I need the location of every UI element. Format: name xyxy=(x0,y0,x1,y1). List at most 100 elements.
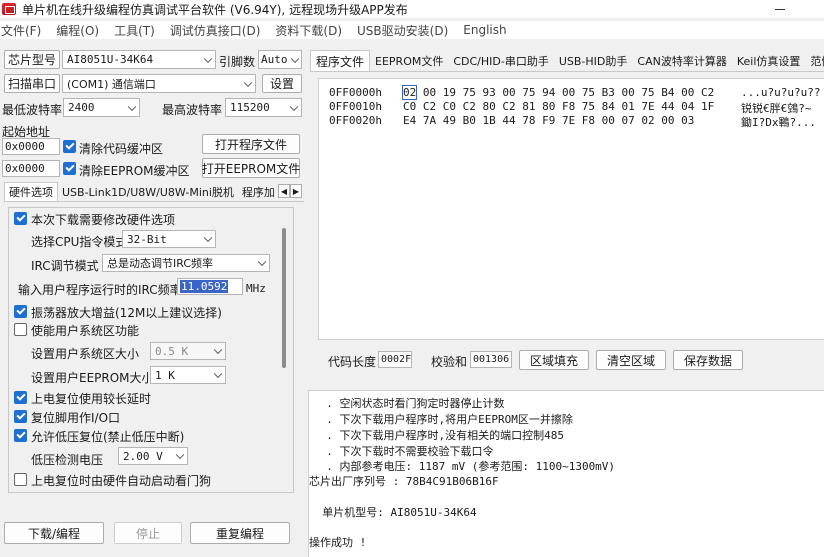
modify-hardware-checkbox[interactable] xyxy=(14,212,27,225)
reset-pin-io-label: 复位脚用作I/O口 xyxy=(31,411,121,425)
chevron-down-icon xyxy=(203,233,213,243)
chevron-down-icon xyxy=(203,54,213,63)
chevron-down-icon xyxy=(257,257,267,267)
tab-program-encrypt[interactable]: 程序加 xyxy=(238,182,279,201)
tab-keil-settings[interactable]: Keil仿真设置 xyxy=(732,50,806,71)
clear-area-button[interactable]: 清空区域 xyxy=(596,350,666,370)
checksum-label: 校验和 xyxy=(431,355,468,369)
code-start-address-input[interactable]: 0x0000 xyxy=(2,138,60,155)
clear-code-buffer-checkbox[interactable] xyxy=(63,140,76,153)
menu-program[interactable]: 编程(O) xyxy=(56,22,99,39)
menu-tools[interactable]: 工具(T) xyxy=(114,22,155,39)
menu-english[interactable]: English xyxy=(463,23,506,37)
clear-code-buffer-label: 清除代码缓冲区 xyxy=(79,142,164,156)
chevron-down-icon xyxy=(289,102,299,111)
code-length-value: 0002F xyxy=(378,351,412,368)
menu-file[interactable]: 文件(F) xyxy=(1,22,41,39)
min-baud-select[interactable]: 2400 xyxy=(63,98,140,117)
max-baud-value: 115200 xyxy=(230,101,270,114)
menu-debug[interactable]: 调试仿真接口(D) xyxy=(170,22,261,39)
port-settings-button[interactable]: 设置 xyxy=(262,74,302,93)
log-line: . 内部参考电压: 1187 mV (参考范围: 1100~1300mV) xyxy=(313,460,616,473)
eeprom-size-select[interactable]: 1 K xyxy=(150,366,226,384)
hex-row: 0FF0020h E4 7A 49 B0 1B 44 78 F9 7E F8 0… xyxy=(329,114,816,129)
pins-label: 引脚数 xyxy=(219,55,256,69)
cpu-mode-label: 选择CPU指令模式 xyxy=(31,235,128,249)
tab-can-baud-calculator[interactable]: CAN波特率计算器 xyxy=(632,50,731,71)
watchdog-auto-start-checkbox[interactable] xyxy=(14,473,27,486)
tab-usb-hid-assistant[interactable]: USB-HID助手 xyxy=(554,50,633,71)
user-system-area-checkbox[interactable] xyxy=(14,323,27,336)
port-select[interactable]: (COM1) 通信端口 xyxy=(62,74,256,93)
oscillator-gain-checkbox[interactable] xyxy=(14,305,27,318)
hex-row: 0FF0000h 02 00 19 75 93 00 75 94 00 75 B… xyxy=(329,85,820,100)
max-baud-select[interactable]: 115200 xyxy=(225,98,302,117)
hex-ascii: 锐锐€胖€鵼?~ xyxy=(741,102,812,115)
long-reset-delay-checkbox[interactable] xyxy=(14,391,27,404)
low-voltage-detect-select[interactable]: 2.00 V xyxy=(118,447,188,465)
hex-address: 0FF0000h xyxy=(329,86,382,99)
tab-usb-link[interactable]: USB-Link1D/U8W/U8W-Mini脱机 xyxy=(58,182,238,201)
low-voltage-reset-label: 允许低压复位(禁止低压中断) xyxy=(31,430,185,444)
tab-eeprom-file[interactable]: EEPROM文件 xyxy=(370,50,448,71)
output-log: . 空闲状态时看门狗定时器停止计数 . 下次下载用户程序时,将用户EEPROM区… xyxy=(308,390,824,557)
hex-bytes: 02 00 19 75 93 00 75 94 00 75 B3 00 75 B… xyxy=(401,85,741,100)
menu-usb-driver[interactable]: USB驱动安装(D) xyxy=(357,22,448,39)
chip-model-button[interactable]: 芯片型号 xyxy=(4,50,60,69)
low-voltage-detect-label: 低压检测电压 xyxy=(31,453,104,467)
irc-mode-select[interactable]: 总是动态调节IRC频率 xyxy=(102,254,270,272)
clear-eeprom-buffer-checkbox[interactable] xyxy=(63,162,76,175)
cpu-mode-select[interactable]: 32-Bit xyxy=(122,230,216,248)
chip-model-select[interactable]: AI8051U-34K64 xyxy=(62,50,216,69)
irc-frequency-value: 11.0592 xyxy=(180,280,229,293)
app-logo-icon xyxy=(2,3,16,15)
hex-bytes-rest: 00 19 75 93 00 75 94 00 75 B3 00 75 B4 0… xyxy=(416,86,715,99)
tab-hardware-options[interactable]: 硬件选项 xyxy=(4,182,58,201)
save-data-button[interactable]: 保存数据 xyxy=(673,350,743,370)
chevron-down-icon xyxy=(213,345,223,355)
hex-row: 0FF0010h C0 C2 C0 C2 80 C2 81 80 F8 75 8… xyxy=(329,100,812,115)
chevron-down-icon xyxy=(127,102,137,111)
tab-scroll-right-icon[interactable]: ▶ xyxy=(290,184,302,198)
left-tab-strip: 硬件选项 USB-Link1D/U8W/U8W-Mini脱机 程序加 ◀ ▶ xyxy=(4,182,304,202)
user-system-area-label: 使能用户系统区功能 xyxy=(31,324,140,338)
cpu-mode-value: 32-Bit xyxy=(127,232,167,246)
irc-frequency-input[interactable]: 11.0592 xyxy=(177,278,243,295)
open-eeprom-file-button[interactable]: 打开EEPROM文件 xyxy=(202,158,300,178)
fill-area-button[interactable]: 区域填充 xyxy=(519,350,589,370)
options-scrollbar[interactable] xyxy=(282,228,286,368)
stop-button[interactable]: 停止 xyxy=(114,522,182,544)
eeprom-start-address-input[interactable]: 0x0000 xyxy=(2,160,60,177)
watchdog-auto-start-label: 上电复位时由硬件自动启动看门狗 xyxy=(31,474,212,488)
log-line: . 下次下载时不需要校验下载口令 xyxy=(313,445,494,458)
system-area-size-label: 设置用户系统区大小 xyxy=(31,347,140,361)
scan-port-button[interactable]: 扫描串口 xyxy=(4,74,60,93)
minimize-button[interactable] xyxy=(770,4,790,14)
download-program-button[interactable]: 下载/编程 xyxy=(4,522,104,544)
system-area-size-value: 0.5 K xyxy=(155,344,189,358)
system-area-size-select[interactable]: 0.5 K xyxy=(150,342,226,360)
hex-editor[interactable]: 0FF0000h 02 00 19 75 93 00 75 94 00 75 B… xyxy=(318,78,824,340)
low-voltage-reset-checkbox[interactable] xyxy=(14,429,27,442)
min-baud-value: 2400 xyxy=(68,101,95,114)
chevron-down-icon xyxy=(290,54,300,63)
checksum-value: 001306 xyxy=(470,351,512,368)
pins-value: Auto xyxy=(261,53,288,66)
max-baud-label: 最高波特率 xyxy=(162,103,223,117)
pins-select[interactable]: Auto xyxy=(258,50,302,69)
menu-downloads[interactable]: 资料下载(D) xyxy=(275,22,342,39)
hex-bytes: E4 7A 49 B0 1B 44 78 F9 7E F8 00 07 02 0… xyxy=(403,114,695,127)
title-bar: 单片机在线升级编程仿真调试平台软件 (V6.94Y), 远程现场升级APP发布 xyxy=(0,0,824,18)
repeat-program-button[interactable]: 重复编程 xyxy=(190,522,290,544)
tab-serial-assistant[interactable]: CDC/HID-串口助手 xyxy=(448,50,554,71)
tab-scroll-left-icon[interactable]: ◀ xyxy=(278,184,290,198)
reset-pin-io-checkbox[interactable] xyxy=(14,410,27,423)
log-line: . 下次下载用户程序时,将用户EEPROM区一并擦除 xyxy=(313,413,573,426)
hex-address: 0FF0010h xyxy=(329,100,382,113)
tab-scroll-arrows: ◀ ▶ xyxy=(278,184,302,198)
panel-splitter[interactable] xyxy=(308,376,824,384)
open-program-file-button[interactable]: 打开程序文件 xyxy=(202,134,300,154)
code-length-label: 代码长度 xyxy=(328,355,377,369)
tab-program-file[interactable]: 程序文件 xyxy=(310,50,371,71)
tab-examples[interactable]: 范例 xyxy=(805,50,824,71)
